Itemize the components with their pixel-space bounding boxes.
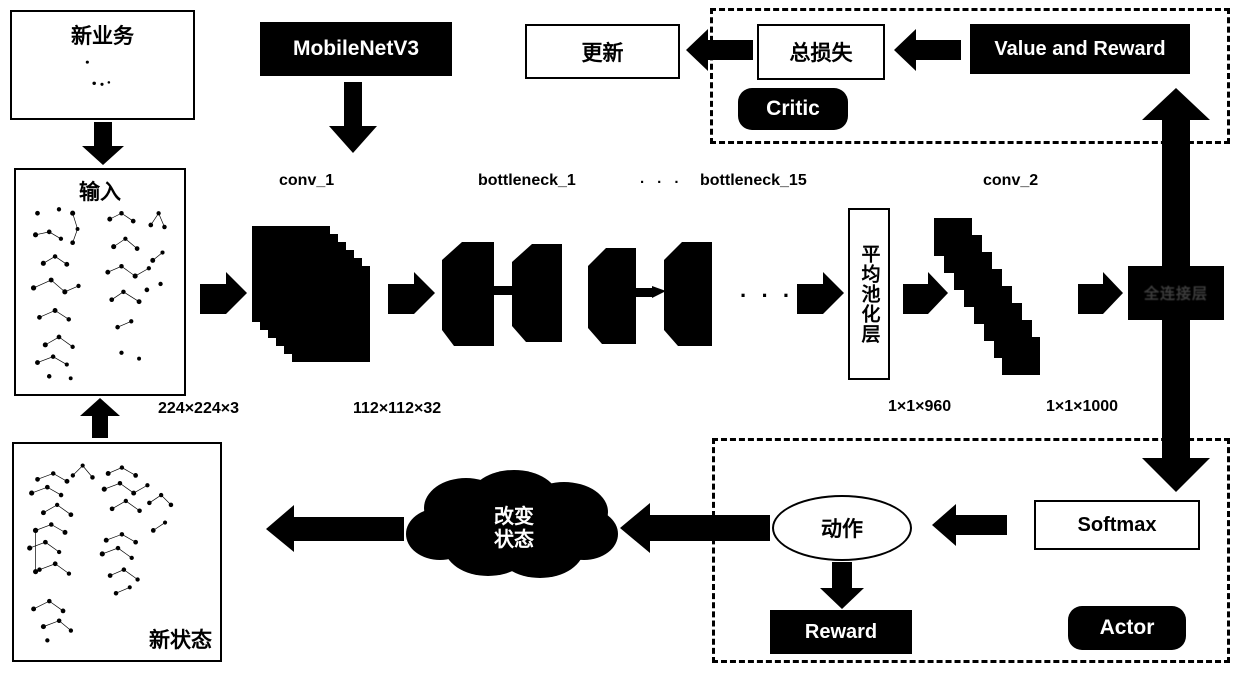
value-and-reward-label: Value and Reward [994, 37, 1166, 60]
pool-dim-caption: 1×1×960 [888, 398, 952, 415]
conv1-caption: conv_1 [279, 172, 335, 189]
total-loss-label: 总损失 [789, 42, 853, 65]
fully-connected-box: 全连接层 [1128, 266, 1224, 320]
new-service-box: 新业务 [10, 10, 195, 120]
bottleneck-last-caption: bottleneck_15 [700, 172, 807, 189]
arrow-total-loss-to-update [686, 29, 753, 71]
critic-label-box: Critic [738, 88, 848, 130]
average-pool-label: 平均池化层 [858, 244, 880, 344]
input-dim-caption: 224×224×3 [158, 400, 239, 417]
softmax-box: Softmax [1034, 500, 1200, 550]
conv2-caption: conv_2 [983, 172, 1039, 189]
diagram-canvas: 新业务 输入 新状态 MobileNetV3 conv_1 bottleneck… [0, 0, 1240, 673]
arrow-action-to-cloud [620, 503, 770, 553]
arrow-cloud-to-new-state [266, 505, 404, 552]
bottleneck-first-caption: bottleneck_1 [478, 172, 576, 189]
arrow-conv1-to-bottleneck [388, 272, 435, 314]
reward-label: Reward [804, 620, 878, 643]
cloud-label-line2: 状态 [494, 529, 534, 551]
fully-connected-label: 全连接层 [1143, 285, 1208, 303]
bottleneck-caption-ellipsis: · · · [640, 174, 684, 191]
update-box: 更新 [525, 24, 680, 79]
conv1-dim-caption: 112×112×32 [353, 400, 442, 417]
cloud-label-line1: 改变 [494, 506, 534, 528]
bottleneck-row-ellipsis: · · · [740, 283, 795, 308]
arrow-action-to-reward [820, 562, 864, 609]
input-label: 输入 [79, 181, 121, 204]
total-loss-box: 总损失 [757, 24, 885, 80]
new-state-box: 新状态 [12, 442, 222, 662]
arrow-conv2-to-fc [1078, 272, 1123, 314]
arrow-input-to-conv1 [200, 272, 247, 314]
actor-label: Actor [1099, 616, 1155, 639]
bottleneck-block-group [442, 242, 712, 346]
arrow-new-service-to-input [82, 122, 124, 165]
arrow-value-to-total-loss [894, 29, 961, 71]
change-state-cloud: 改变 状态 [404, 464, 624, 594]
critic-label: Critic [766, 97, 820, 120]
cloud-label: 改变 状态 [404, 506, 624, 552]
action-ellipse: 动作 [772, 495, 912, 561]
conv2-feature-stack [934, 218, 1040, 375]
average-pool-box: 平均池化层 [848, 208, 890, 380]
actor-label-box: Actor [1068, 606, 1186, 650]
conv2-dim-caption: 1×1×1000 [1046, 398, 1119, 415]
softmax-label: Softmax [1077, 513, 1157, 536]
value-and-reward-box: Value and Reward [970, 24, 1190, 74]
mobilenetv3-box: MobileNetV3 [260, 22, 452, 76]
update-label: 更新 [581, 41, 624, 65]
arrow-new-state-to-input [80, 398, 120, 438]
arrow-softmax-to-action [932, 504, 1007, 546]
mobilenetv3-label: MobileNetV3 [292, 37, 420, 60]
reward-box: Reward [770, 610, 912, 654]
action-label: 动作 [821, 518, 863, 541]
arrow-mobilenet-to-conv1 [329, 82, 377, 153]
new-state-label: 新状态 [149, 629, 212, 652]
new-service-label: 新业务 [71, 25, 134, 48]
arrow-bottleneck-to-pool [797, 272, 844, 314]
conv1-feature-stack [252, 226, 370, 362]
input-box: 输入 [14, 168, 186, 396]
